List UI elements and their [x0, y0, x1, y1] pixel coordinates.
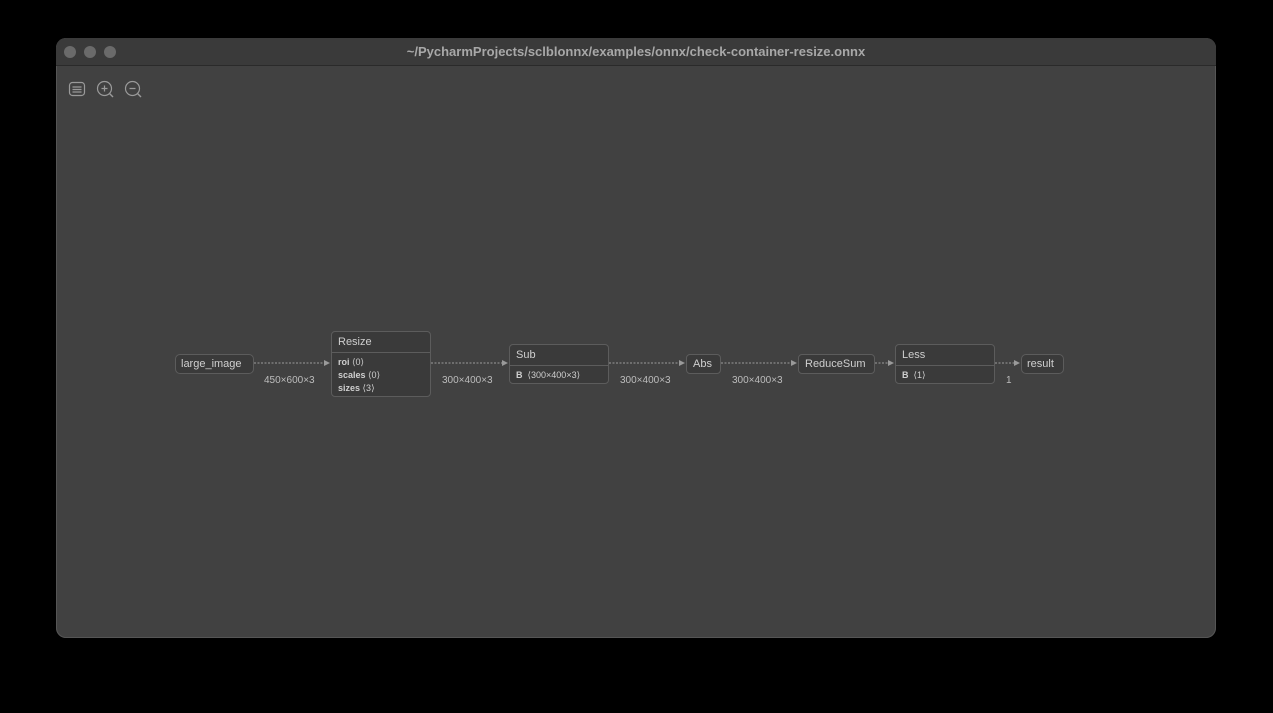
- reducesum-node[interactable]: ReduceSum: [798, 354, 875, 374]
- abs-node[interactable]: Abs: [686, 354, 721, 374]
- title-bar: ~/PycharmProjects/sclblonnx/examples/onn…: [56, 38, 1216, 66]
- edge-label: 450×600×3: [264, 375, 315, 386]
- node-label: Abs: [693, 358, 712, 370]
- edge-label: 300×400×3: [442, 375, 493, 386]
- node-label: large_image: [181, 358, 242, 370]
- node-attributes: B ⟨300×400×3⟩: [516, 370, 581, 380]
- node-label: Less: [896, 345, 994, 366]
- window-title: ~/PycharmProjects/sclblonnx/examples/onn…: [406, 44, 866, 59]
- node-label: Sub: [510, 345, 608, 366]
- edge-label: 300×400×3: [732, 375, 783, 386]
- node-label: Resize: [332, 332, 430, 353]
- edge-label: 1: [1006, 375, 1012, 386]
- edge-label: 300×400×3: [620, 375, 671, 386]
- node-attributes: B ⟨1⟩: [902, 370, 926, 380]
- node-label: result: [1027, 358, 1054, 370]
- graph-edges: [254, 360, 1020, 366]
- node-label: ReduceSum: [805, 358, 866, 370]
- less-node[interactable]: Less B ⟨1⟩: [895, 344, 995, 384]
- resize-node[interactable]: Resize roi ⟨0⟩ scales ⟨0⟩ sizes ⟨3⟩: [331, 331, 431, 397]
- graph-canvas[interactable]: 450×600×3 300×400×3 300×400×3 300×400×3 …: [56, 66, 1216, 638]
- graph-output-node[interactable]: result: [1021, 354, 1064, 374]
- node-attributes: roi ⟨0⟩ scales ⟨0⟩ sizes ⟨3⟩: [338, 357, 381, 393]
- graph-input-node[interactable]: large_image: [175, 354, 254, 374]
- sub-node[interactable]: Sub B ⟨300×400×3⟩: [509, 344, 609, 384]
- app-window: ~/PycharmProjects/sclblonnx/examples/onn…: [56, 38, 1216, 638]
